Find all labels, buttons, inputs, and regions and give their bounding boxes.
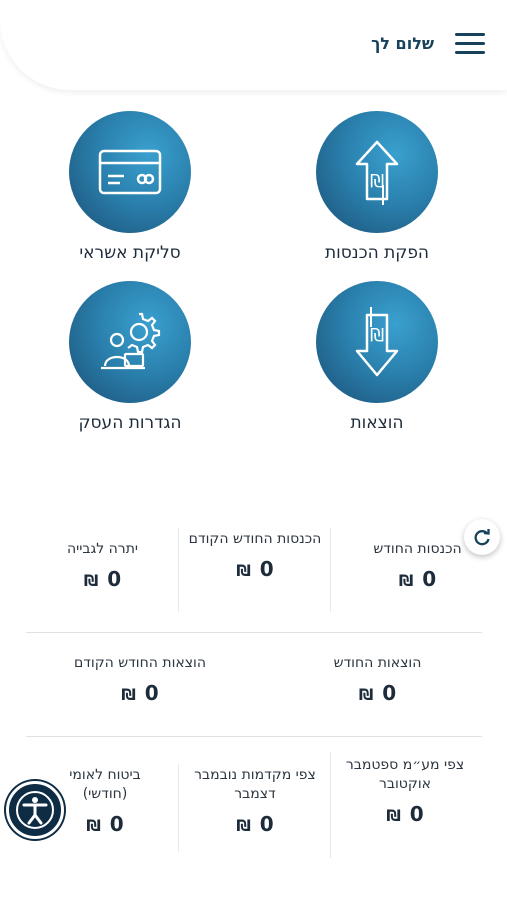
stat-value: 0 ₪	[185, 557, 325, 581]
greeting-text: שלום לך	[371, 34, 434, 53]
currency-symbol: ₪	[358, 685, 374, 704]
stat-title: צפי מקדמות נובמבר דצמבר	[194, 767, 316, 802]
credit-clearing-button[interactable]	[69, 111, 191, 233]
divider	[330, 528, 331, 612]
hamburger-menu-icon[interactable]	[455, 33, 487, 55]
business-settings-tile[interactable]: הגדרות העסק	[30, 281, 230, 433]
value-number: 0	[259, 812, 274, 836]
stat-value: 0 ₪	[345, 802, 465, 826]
stat-value: 0 ₪	[50, 681, 230, 705]
accessibility-icon	[16, 791, 54, 829]
value-number: 0	[107, 567, 122, 591]
stat-national-insurance: ביטוח לאומי (חודשי) 0 ₪	[45, 766, 165, 836]
accessibility-button[interactable]	[6, 781, 64, 839]
stat-value: 0 ₪	[300, 681, 455, 705]
stat-vat-forecast: צפי מע״מ ספטמבר אוקטובר 0 ₪	[345, 756, 465, 826]
expenses-tile[interactable]: ₪ הוצאות	[277, 281, 477, 433]
stat-value: 0 ₪	[350, 567, 485, 591]
expenses-label: הוצאות	[350, 413, 404, 433]
stat-title: יתרה לגבייה	[66, 541, 139, 557]
stat-income-prev-month: הכנסות החודש הקודם 0 ₪	[185, 530, 325, 581]
currency-symbol: ₪	[236, 816, 251, 835]
stat-value: 0 ₪	[190, 812, 320, 836]
currency-symbol: ₪	[121, 685, 136, 704]
value-number: 0	[144, 681, 159, 705]
credit-clearing-tile[interactable]: סליקת אשראי	[30, 111, 230, 263]
stat-value: 0 ₪	[30, 567, 175, 591]
upload-shekel-icon: ₪	[355, 140, 399, 205]
credit-clearing-label: סליקת אשראי	[79, 243, 181, 263]
app-header: שלום לך	[0, 0, 507, 90]
divider	[26, 632, 482, 633]
user-gear-icon	[101, 312, 161, 370]
currency-symbol: ₪	[86, 816, 101, 835]
value-number: 0	[409, 802, 424, 826]
stat-title: ביטוח לאומי (חודשי)	[69, 767, 141, 802]
business-settings-button[interactable]	[69, 281, 191, 403]
value-number: 0	[382, 681, 397, 705]
stat-expenses-prev-month: הוצאות החודש הקודם 0 ₪	[50, 654, 230, 705]
value-number: 0	[422, 567, 437, 591]
currency-symbol: ₪	[398, 571, 414, 590]
divider	[178, 528, 179, 612]
divider	[178, 764, 179, 852]
business-settings-label: הגדרות העסק	[78, 413, 182, 433]
stat-title: הכנסות החודש הקודם	[188, 531, 322, 547]
svg-text:₪: ₪	[370, 171, 384, 192]
svg-text:₪: ₪	[370, 325, 384, 346]
stat-expenses-month: הוצאות החודש 0 ₪	[300, 654, 455, 705]
expenses-button[interactable]: ₪	[316, 281, 438, 403]
issue-income-tile[interactable]: ₪ הפקת הכנסות	[277, 111, 477, 263]
currency-symbol: ₪	[386, 806, 401, 825]
credit-card-icon	[98, 149, 162, 195]
currency-symbol: ₪	[236, 561, 251, 580]
value-number: 0	[109, 812, 124, 836]
stat-balance-to-collect: יתרה לגבייה 0 ₪	[30, 540, 175, 591]
download-shekel-icon: ₪	[355, 307, 399, 377]
stat-title: צפי מע״מ ספטמבר אוקטובר	[345, 757, 465, 792]
currency-symbol: ₪	[83, 571, 99, 590]
value-number: 0	[259, 557, 274, 581]
divider	[26, 736, 482, 737]
stat-income-month: הכנסות החודש 0 ₪	[350, 540, 485, 591]
stat-advance-forecast: צפי מקדמות נובמבר דצמבר 0 ₪	[190, 766, 320, 836]
stat-title: הוצאות החודש הקודם	[73, 655, 207, 671]
issue-income-button[interactable]: ₪	[316, 111, 438, 233]
divider	[330, 752, 331, 858]
issue-income-label: הפקת הכנסות	[324, 243, 430, 263]
stat-title: הוצאות החודש	[333, 655, 422, 671]
stat-title: הכנסות החודש	[373, 541, 462, 557]
